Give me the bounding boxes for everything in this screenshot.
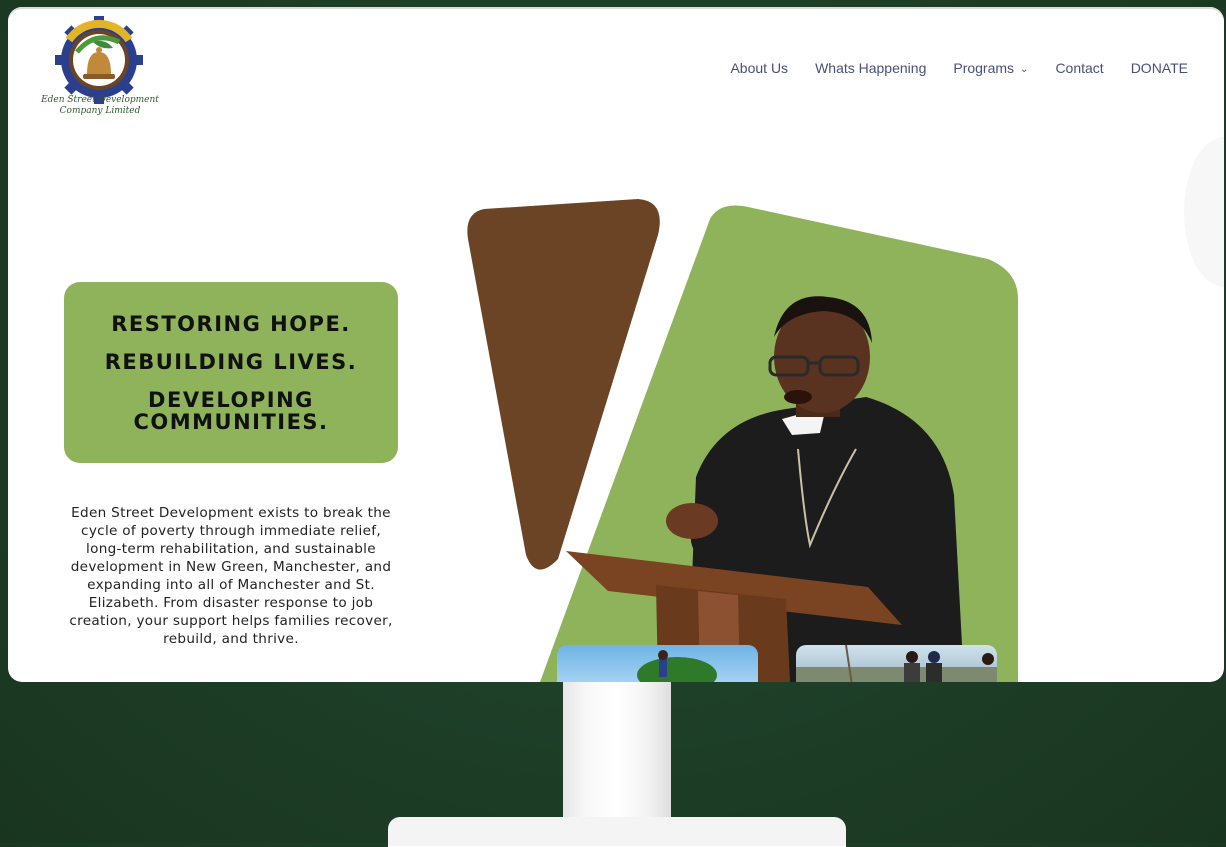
- hero-headline-line: REBUILDING LIVES.: [104, 349, 358, 374]
- program-card[interactable]: [557, 645, 758, 682]
- hero-headline-part: COMMUNITIES.: [133, 409, 329, 434]
- nav-item-programs[interactable]: Programs ⌄: [953, 60, 1028, 76]
- monitor-screen: Eden Street Development Company Limited …: [8, 7, 1224, 682]
- main-nav: About Us Whats Happening Programs ⌄ Conta…: [730, 60, 1188, 76]
- hero-headline-line: RESTORING HOPE.: [111, 311, 351, 336]
- program-card-image: [796, 645, 997, 682]
- scroll-indicator: [1184, 137, 1224, 287]
- logo-text: Eden Street Development Company Limited: [30, 95, 170, 117]
- logo-name-line1: Eden Street Development: [41, 95, 159, 105]
- nav-item-whats-happening[interactable]: Whats Happening: [815, 60, 926, 76]
- chevron-down-icon: ⌄: [1020, 64, 1029, 75]
- hero-headline-part: DEVELOPING: [148, 387, 314, 412]
- logo-name-line2: Company Limited: [59, 106, 141, 116]
- hero-headline-line: DEVELOPING COMMUNITIES.: [133, 389, 328, 433]
- nav-item-contact[interactable]: Contact: [1055, 60, 1103, 76]
- gear-bell-logo-icon: [55, 16, 143, 104]
- nav-item-donate[interactable]: DONATE: [1131, 60, 1188, 76]
- program-card[interactable]: [796, 645, 997, 682]
- nav-item-programs-label: Programs: [953, 60, 1015, 76]
- nav-item-about-us[interactable]: About Us: [730, 60, 788, 76]
- monitor-stand-neck: [563, 682, 671, 828]
- hero-description: Eden Street Development exists to break …: [69, 504, 393, 647]
- program-card-image: [637, 650, 717, 682]
- hero-image: [467, 199, 1018, 682]
- hero-headline-card: RESTORING HOPE. REBUILDING LIVES. DEVELO…: [64, 282, 398, 463]
